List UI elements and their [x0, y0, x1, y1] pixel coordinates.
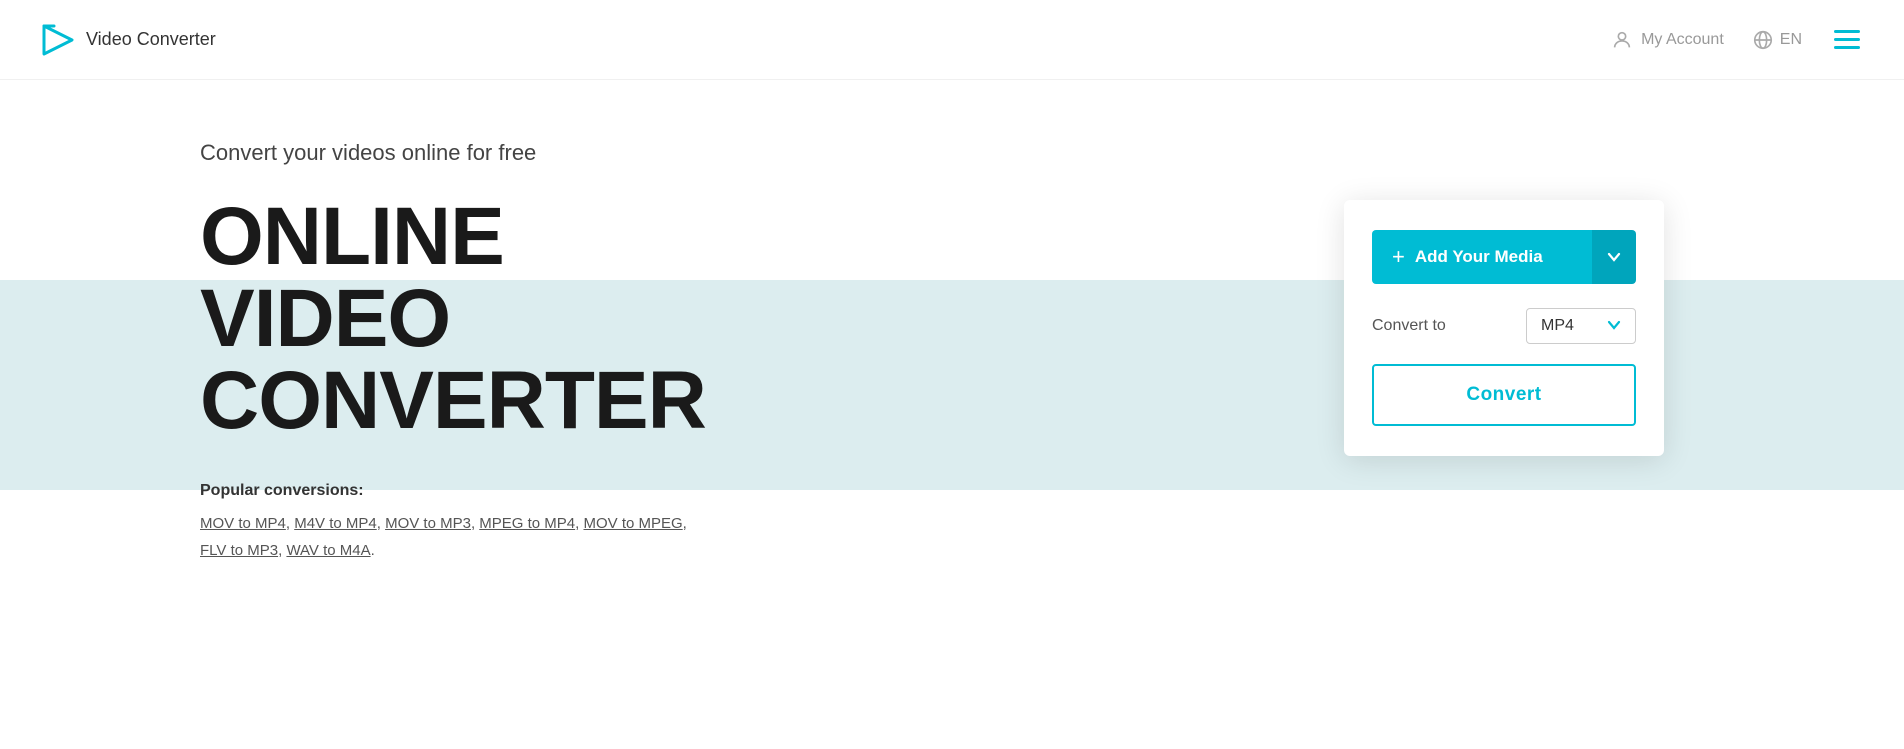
plus-icon: + [1392, 246, 1405, 268]
popular-link-mov-mpeg[interactable]: MOV to MPEG [583, 515, 682, 532]
popular-link-mpeg-mp4[interactable]: MPEG to MP4 [479, 515, 575, 532]
hero-content: Convert your videos online for free ONLI… [200, 140, 900, 564]
user-icon [1611, 29, 1633, 51]
my-account-label: My Account [1641, 31, 1724, 49]
hero-title-line1: ONLINE [200, 191, 504, 282]
add-media-label: Add Your Media [1415, 247, 1543, 267]
hamburger-menu[interactable] [1830, 26, 1864, 53]
hamburger-line-3 [1834, 46, 1860, 49]
lang-label: EN [1780, 31, 1802, 49]
format-select[interactable]: MP4 [1526, 308, 1636, 344]
hero-title: ONLINE VIDEO CONVERTER [200, 196, 900, 442]
popular-conversions-label: Popular conversions: [200, 482, 900, 500]
popular-link-flv-mp3[interactable]: FLV to MP3 [200, 542, 278, 559]
chevron-down-icon [1607, 250, 1621, 264]
hamburger-line-2 [1834, 38, 1860, 41]
globe-icon [1752, 29, 1774, 51]
popular-link-wav-m4a[interactable]: WAV to M4A [286, 542, 370, 559]
popular-links: MOV to MP4, M4V to MP4, MOV to MP3, MPEG… [200, 510, 900, 564]
main-content: Convert your videos online for free ONLI… [0, 80, 1904, 749]
popular-link-m4v-mp4[interactable]: M4V to MP4 [294, 515, 377, 532]
header: Video Converter My Account EN [0, 0, 1904, 80]
add-media-row: + Add Your Media [1372, 230, 1636, 284]
convert-to-label: Convert to [1372, 317, 1446, 335]
hero-subtitle: Convert your videos online for free [200, 140, 900, 166]
logo-text: Video Converter [86, 29, 216, 50]
popular-link-mov-mp4[interactable]: MOV to MP4 [200, 515, 286, 532]
convert-button[interactable]: Convert [1372, 364, 1636, 426]
convert-to-row: Convert to MP4 [1372, 308, 1636, 344]
format-value: MP4 [1541, 317, 1574, 335]
hero-title-line3: CONVERTER [200, 355, 706, 446]
logo[interactable]: Video Converter [40, 22, 216, 58]
language-selector[interactable]: EN [1752, 29, 1802, 51]
hamburger-line-1 [1834, 30, 1860, 33]
my-account-link[interactable]: My Account [1611, 29, 1724, 51]
popular-link-mov-mp3[interactable]: MOV to MP3 [385, 515, 471, 532]
converter-card: + Add Your Media Convert to MP4 [1344, 200, 1664, 456]
format-chevron-icon [1607, 318, 1621, 335]
logo-icon [40, 22, 76, 58]
hero-title-line2: VIDEO [200, 273, 450, 364]
add-media-dropdown-button[interactable] [1592, 230, 1636, 284]
add-media-button[interactable]: + Add Your Media [1372, 230, 1592, 284]
header-right: My Account EN [1611, 26, 1864, 53]
